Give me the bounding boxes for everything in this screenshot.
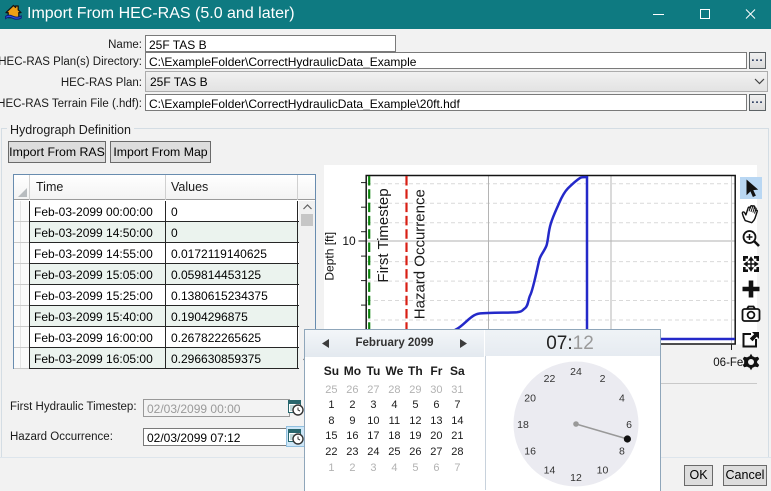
svg-text:20: 20 <box>524 392 536 404</box>
svg-text:8: 8 <box>619 445 625 457</box>
svg-text:16: 16 <box>524 445 536 457</box>
svg-text:Hazard Occurrence: Hazard Occurrence <box>412 189 429 319</box>
svg-text:12: 12 <box>570 472 582 484</box>
svg-text:10: 10 <box>597 465 609 477</box>
svg-text:First Timestep: First Timestep <box>375 188 392 282</box>
svg-text:6: 6 <box>626 419 632 431</box>
svg-text:Depth [ft]: Depth [ft] <box>324 232 337 281</box>
svg-text:10: 10 <box>342 234 356 248</box>
svg-text:18: 18 <box>517 419 529 431</box>
svg-text:22: 22 <box>544 373 556 385</box>
svg-text:4: 4 <box>619 392 625 404</box>
svg-text:2: 2 <box>600 373 606 385</box>
svg-text:24: 24 <box>570 366 582 378</box>
svg-text:14: 14 <box>544 465 556 477</box>
